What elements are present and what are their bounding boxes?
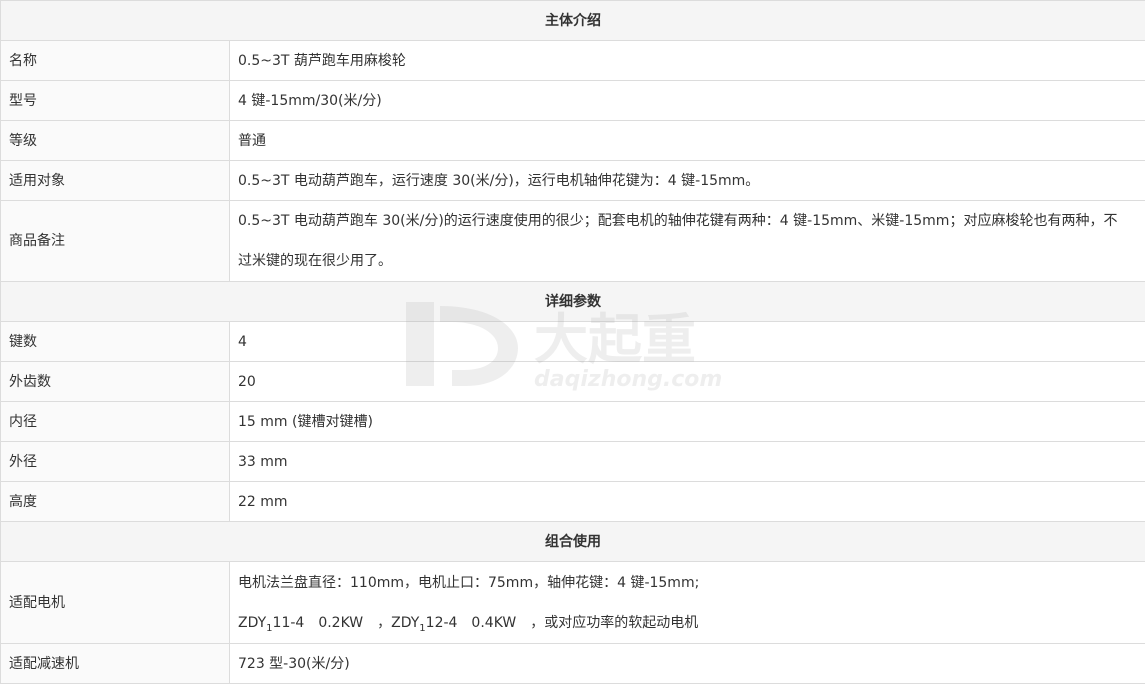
field-value: 4: [229, 321, 1145, 362]
model-rest: 11-4 0.2KW ，: [272, 614, 392, 631]
table-row: 外径 33 mm: [0, 441, 1145, 482]
section-header-combo: 组合使用: [0, 521, 1145, 562]
table-row: 高度 22 mm: [0, 481, 1145, 522]
table-row: 适配减速机 723 型-30(米/分): [0, 643, 1145, 684]
model-prefix: ZDY: [238, 614, 267, 631]
field-label: 名称: [0, 40, 230, 81]
section-title: 详细参数: [0, 281, 1145, 322]
field-label: 商品备注: [0, 200, 230, 282]
section-header-main: 主体介绍: [0, 0, 1145, 41]
field-value: 15 mm (键槽对键槽): [229, 401, 1145, 442]
table-row: 外齿数 20: [0, 361, 1145, 402]
model-rest: 12-4 0.4KW ，或对应功率的软起动电机: [425, 614, 699, 631]
field-label: 内径: [0, 401, 230, 442]
table-row: 型号 4 键-15mm/30(米/分): [0, 80, 1145, 121]
field-label: 外径: [0, 441, 230, 482]
table-row: 内径 15 mm (键槽对键槽): [0, 401, 1145, 442]
table-row: 名称 0.5~3T 葫芦跑车用麻梭轮: [0, 40, 1145, 81]
field-label: 高度: [0, 481, 230, 522]
field-value: 33 mm: [229, 441, 1145, 482]
field-label: 等级: [0, 120, 230, 161]
remark-line: 0.5~3T 电动葫芦跑车 30(米/分)的运行速度使用的很少；配套电机的轴伸花…: [238, 213, 1118, 229]
table-row: 适配电机 电机法兰盘直径：110mm，电机止口：75mm，轴伸花键：4 键-15…: [0, 561, 1145, 644]
section-header-detail: 详细参数: [0, 281, 1145, 322]
model-prefix: ZDY: [391, 614, 420, 631]
field-value: 22 mm: [229, 481, 1145, 522]
field-label: 适配减速机: [0, 643, 230, 684]
field-value: 0.5~3T 电动葫芦跑车 30(米/分)的运行速度使用的很少；配套电机的轴伸花…: [229, 200, 1145, 282]
field-value: 20: [229, 361, 1145, 402]
field-value: 普通: [229, 120, 1145, 161]
table-row: 商品备注 0.5~3T 电动葫芦跑车 30(米/分)的运行速度使用的很少；配套电…: [0, 200, 1145, 282]
section-title: 组合使用: [0, 521, 1145, 562]
section-title: 主体介绍: [0, 0, 1145, 41]
spec-table: 主体介绍 名称 0.5~3T 葫芦跑车用麻梭轮 型号 4 键-15mm/30(米…: [0, 0, 1145, 684]
table-row: 等级 普通: [0, 120, 1145, 161]
field-label: 键数: [0, 321, 230, 362]
field-label: 型号: [0, 80, 230, 121]
field-value: 723 型-30(米/分): [229, 643, 1145, 684]
field-value: 电机法兰盘直径：110mm，电机止口：75mm，轴伸花键：4 键-15mm; Z…: [229, 561, 1145, 644]
field-label: 适配电机: [0, 561, 230, 644]
table-row: 键数 4: [0, 321, 1145, 362]
field-value: 4 键-15mm/30(米/分): [229, 80, 1145, 121]
motor-line: 电机法兰盘直径：110mm，电机止口：75mm，轴伸花键：4 键-15mm;: [238, 574, 700, 591]
table-row: 适用对象 0.5~3T 电动葫芦跑车，运行速度 30(米/分)，运行电机轴伸花键…: [0, 160, 1145, 201]
remark-line: 过米键的现在很少用了。: [238, 253, 392, 269]
field-value: 0.5~3T 电动葫芦跑车，运行速度 30(米/分)，运行电机轴伸花键为：4 键…: [229, 160, 1145, 201]
field-value: 0.5~3T 葫芦跑车用麻梭轮: [229, 40, 1145, 81]
field-label: 适用对象: [0, 160, 230, 201]
field-label: 外齿数: [0, 361, 230, 402]
motor-models-line: ZDY111-4 0.2KW ，ZDY112-4 0.4KW ，或对应功率的软起…: [238, 603, 1137, 643]
